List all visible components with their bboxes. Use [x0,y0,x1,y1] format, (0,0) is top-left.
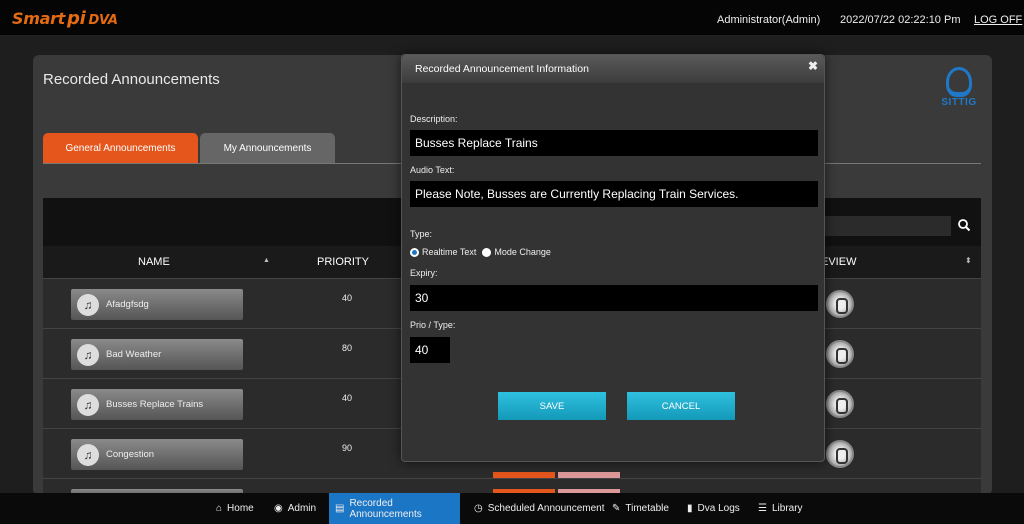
current-user: Administrator(Admin) [717,14,821,26]
announcement-info-modal: Recorded Announcement Information ✖ Desc… [401,54,825,462]
column-header-name[interactable]: NAME [138,256,170,268]
eye-icon: ◉ [274,503,283,514]
search-input[interactable] [823,216,951,236]
file-audio-icon: ▤ [335,503,345,514]
nav-recorded-announcements[interactable]: ▤ Recorded Announcements [329,493,460,524]
delete-button-partial[interactable] [558,472,620,478]
column-header-priority[interactable]: PRIORITY [317,256,369,268]
prio-type-field[interactable] [410,337,450,363]
logo-smart-text: Smart [12,9,66,28]
document-icon: ▮ [687,503,693,514]
search-icon[interactable] [957,218,971,232]
type-radio-group: Realtime Text Mode Change [410,247,557,257]
music-note-icon: ♫ [77,343,99,366]
announcement-button[interactable]: ♫ Congestion [71,439,243,470]
expiry-label: Expiry: [410,268,438,278]
bottom-nav: ⌂ Home ◉ Admin ▤ Recorded Announcements ◷ Sc… [0,493,1024,524]
radio-mode-change[interactable] [482,247,492,257]
description-field[interactable] [410,130,818,156]
top-bar: Smart pi DVA Administrator(Admin) 2022/07/… [0,0,1024,36]
radio-realtime-text[interactable] [410,247,419,257]
announcement-button[interactable]: ♫ Busses Replace Trains [71,389,243,420]
nav-home[interactable]: ⌂ Home [216,493,254,524]
current-datetime: 2022/07/22 02:22:10 Pm [840,14,961,26]
sittig-bird-icon [946,67,972,97]
nav-timetable[interactable]: ✎ Timetable [612,493,669,524]
headphones-preview-icon[interactable] [826,440,854,468]
headphones-preview-icon[interactable] [826,290,854,318]
home-icon: ⌂ [216,503,223,514]
row-priority: 40 [342,293,353,303]
announcement-button[interactable]: ♫ Bad Weather [71,339,243,370]
save-button[interactable]: SAVE [498,392,606,420]
description-label: Description: [410,114,458,124]
clock-icon: ◷ [474,503,483,514]
sort-asc-icon[interactable]: ▲ [263,257,270,264]
row-priority: 80 [342,343,353,353]
headphones-preview-icon[interactable] [826,390,854,418]
nav-dva-logs[interactable]: ▮ Dva Logs [687,493,740,524]
close-icon[interactable]: ✖ [808,59,818,73]
page-title: Recorded Announcements [43,71,220,88]
logoff-link[interactable]: LOG OFF [974,14,1022,26]
row-priority: 90 [342,443,353,453]
music-note-icon: ♫ [77,393,99,416]
audio-text-label: Audio Text: [410,165,455,175]
music-note-icon: ♫ [77,443,99,466]
tab-general-announcements[interactable]: General Announcements [43,133,198,163]
expiry-field[interactable] [410,285,818,311]
nav-library[interactable]: ☰ Library [758,493,803,524]
type-label: Type: [410,229,433,239]
tab-my-announcements[interactable]: My Announcements [200,133,335,163]
smart-pi-dva-logo: Smart pi DVA [12,8,118,29]
list-icon: ☰ [758,503,767,514]
edit-icon: ✎ [612,503,621,514]
edit-button-partial[interactable] [493,472,555,478]
headphones-preview-icon[interactable] [826,340,854,368]
row-priority: 40 [342,393,353,403]
nav-scheduled-announcement[interactable]: ◷ Scheduled Announcement [474,493,605,524]
music-note-icon: ♫ [77,293,99,316]
nav-admin[interactable]: ◉ Admin [274,493,316,524]
sort-both-icon[interactable]: ⬍ [965,256,972,265]
audio-text-field[interactable] [410,181,818,207]
modal-title: Recorded Announcement Information [415,63,589,75]
logo-dva-text: DVA [88,13,118,28]
cancel-button[interactable]: CANCEL [627,392,735,420]
column-header-review[interactable]: EVIEW [821,256,856,268]
announcement-button[interactable]: ♫ Afadgfsdg [71,289,243,320]
logo-pi-text: pi [67,8,86,29]
sittig-logo: SITTIG [936,67,982,113]
modal-header: Recorded Announcement Information ✖ [402,55,824,83]
prio-type-label: Prio / Type: [410,320,456,330]
